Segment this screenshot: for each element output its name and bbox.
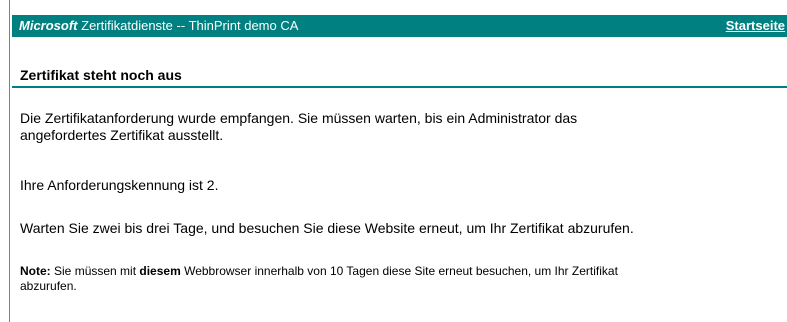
- browser-note: Note: Sie müssen mit diesem Webbrowser i…: [20, 264, 782, 294]
- header-separator: --: [176, 18, 186, 33]
- note-text-before: Sie müssen mit: [54, 264, 137, 278]
- note-text-after-line-2: abzurufen.: [20, 279, 77, 293]
- request-received-line-2: angefordertes Zertifikat ausstellt.: [20, 127, 224, 143]
- service-name: Zertifikatdienste: [81, 18, 173, 33]
- note-text-after-line-1: Webbrowser innerhalb von 10 Tagen diese …: [184, 264, 618, 278]
- home-link[interactable]: Startseite: [726, 15, 785, 37]
- title-divider: [12, 86, 787, 88]
- request-received-message: Die Zertifikatanforderung wurde empfange…: [20, 110, 780, 144]
- ca-name: ThinPrint demo CA: [188, 18, 299, 33]
- left-border-rule: [9, 0, 10, 322]
- note-label: Note:: [20, 264, 51, 278]
- wait-instructions: Warten Sie zwei bis drei Tage, und besuc…: [20, 220, 634, 236]
- note-emphasis: diesem: [139, 264, 181, 278]
- request-received-line-1: Die Zertifikatanforderung wurde empfange…: [20, 110, 578, 126]
- header-bar: Microsoft Zertifikatdienste -- ThinPrint…: [12, 15, 787, 37]
- page-title: Zertifikat steht noch aus: [20, 67, 182, 83]
- request-id-message: Ihre Anforderungskennung ist 2.: [20, 177, 219, 193]
- brand-name: Microsoft: [19, 18, 78, 33]
